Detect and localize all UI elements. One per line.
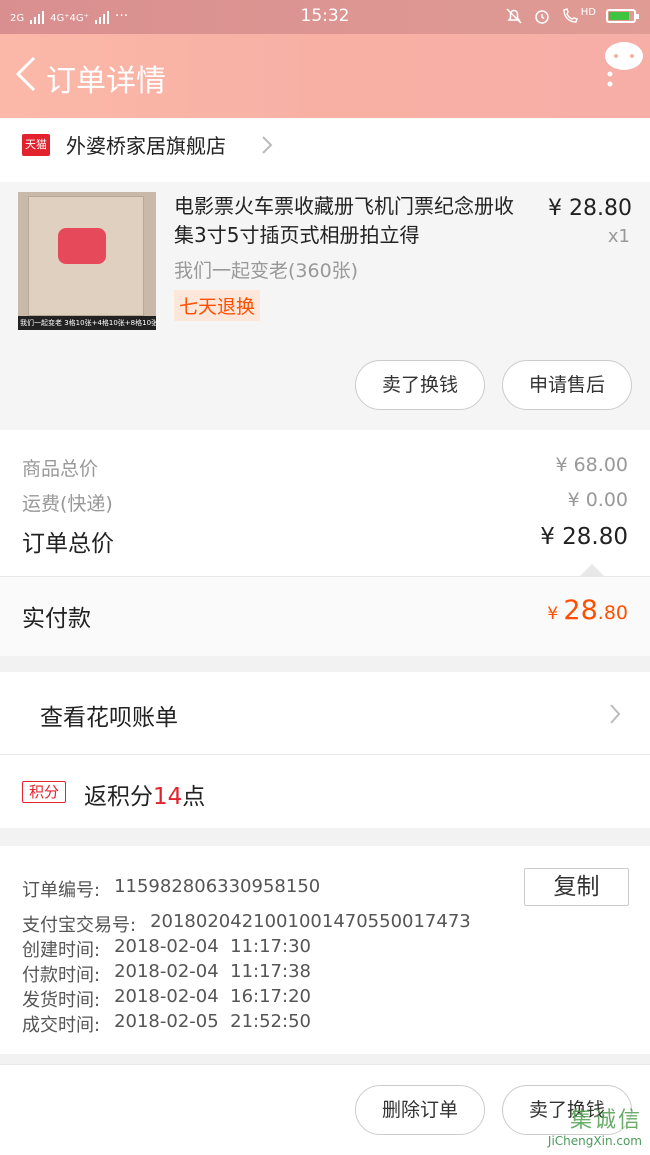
after-sale-button[interactable]: 申请售后 bbox=[502, 360, 632, 410]
watermark-url: JiChengXin.com bbox=[547, 1134, 642, 1148]
shop-name[interactable]: 外婆桥家居旗舰店 bbox=[66, 130, 226, 159]
paid-currency: ¥ bbox=[547, 604, 564, 624]
shipping-label: 运费(快递) bbox=[22, 493, 113, 515]
points-row: 积分 返积分14点 bbox=[0, 754, 650, 828]
copy-button[interactable]: 复制 bbox=[524, 868, 629, 906]
nav-header: 订单详情 bbox=[0, 34, 650, 118]
alarm-icon bbox=[535, 10, 549, 24]
thumbnail-caption: 我们一起变老 3格10张+4格10张+8格10张 bbox=[18, 316, 156, 330]
watermark: 集诚信 JiChengXin.com bbox=[548, 1102, 642, 1148]
points-text: 返积分14点 bbox=[84, 777, 205, 811]
return-policy-tag: 七天退换 bbox=[174, 290, 261, 321]
points-badge: 积分 bbox=[22, 781, 66, 803]
goods-total-row: 商品总价 ¥ 68.00 bbox=[22, 454, 628, 481]
alipay-trade-label: 支付宝交易号: bbox=[22, 915, 137, 936]
couple-picture bbox=[58, 228, 106, 264]
created-time: 2018-02-04 11:17:30 bbox=[114, 936, 311, 957]
points-suffix: 点 bbox=[182, 784, 206, 810]
paid-label: 实付款 bbox=[22, 606, 91, 632]
bell-muted-icon bbox=[506, 8, 522, 24]
shipped-time-label: 发货时间: bbox=[22, 990, 101, 1011]
watermark-text: 集诚信 bbox=[569, 1108, 642, 1133]
created-time-row: 创建时间: 2018-02-04 11:17:30 bbox=[22, 936, 311, 962]
goods-total-value: ¥ 68.00 bbox=[555, 454, 628, 476]
huabei-bill-label[interactable]: 查看花呗账单 bbox=[40, 698, 178, 732]
goods-total-label: 商品总价 bbox=[22, 458, 99, 480]
product-price: ¥ 28.80 bbox=[548, 196, 632, 221]
tmall-badge: 天猫 bbox=[22, 134, 50, 156]
order-number-row: 订单编号: 115982806330958150 bbox=[22, 876, 320, 902]
huabei-bill-row[interactable]: 查看花呗账单 bbox=[0, 672, 650, 754]
paid-amount-row: 实付款 ¥ 28.80 bbox=[0, 576, 650, 656]
alipay-trade-number: 2018020421001001470550017473 bbox=[150, 911, 471, 932]
shipping-row: 运费(快递) ¥ 0.00 bbox=[22, 489, 628, 516]
chat-bubble-icon[interactable] bbox=[604, 38, 644, 94]
back-arrow-icon[interactable] bbox=[12, 54, 42, 94]
battery-icon bbox=[606, 9, 639, 23]
hd-label: HD bbox=[580, 6, 596, 18]
paid-time-label: 付款时间: bbox=[22, 965, 101, 986]
points-number: 14 bbox=[153, 784, 183, 810]
product-thumbnail[interactable]: 我们一起变老 3格10张+4格10张+8格10张 bbox=[18, 192, 156, 330]
paid-decimal: .80 bbox=[597, 602, 628, 624]
points-prefix: 返积分 bbox=[84, 784, 153, 810]
chevron-right-icon bbox=[262, 136, 273, 154]
sell-for-cash-button[interactable]: 卖了换钱 bbox=[355, 360, 485, 410]
page-title: 订单详情 bbox=[46, 64, 166, 99]
completed-time: 2018-02-05 21:52:50 bbox=[114, 1011, 311, 1032]
paid-amount: ¥ 28.80 bbox=[547, 595, 628, 626]
status-icons: HD bbox=[505, 6, 639, 25]
completed-time-label: 成交时间: bbox=[22, 1015, 101, 1036]
product-quantity: x1 bbox=[607, 226, 630, 247]
chevron-right-icon bbox=[610, 704, 621, 724]
shop-row[interactable]: 天猫 外婆桥家居旗舰店 bbox=[0, 118, 650, 182]
order-total-label: 订单总价 bbox=[22, 531, 114, 557]
caret-up-icon bbox=[580, 564, 604, 576]
delete-order-button[interactable]: 删除订单 bbox=[355, 1085, 485, 1135]
status-bar: 2G 4G⁺4G⁺ ··· 15:32 HD bbox=[0, 0, 650, 34]
product-spec: 我们一起变老(360张) bbox=[174, 260, 359, 282]
price-summary: 商品总价 ¥ 68.00 运费(快递) ¥ 0.00 订单总价 ¥ 28.80 bbox=[0, 430, 650, 576]
created-time-label: 创建时间: bbox=[22, 940, 101, 961]
paid-integer: 28 bbox=[563, 595, 598, 626]
order-total-value: ¥ 28.80 bbox=[540, 524, 628, 550]
completed-time-row: 成交时间: 2018-02-05 21:52:50 bbox=[22, 1011, 311, 1037]
shipping-value: ¥ 0.00 bbox=[567, 489, 628, 511]
shipped-time-row: 发货时间: 2018-02-04 16:17:20 bbox=[22, 986, 311, 1012]
order-number: 115982806330958150 bbox=[114, 876, 321, 897]
order-item[interactable]: 我们一起变老 3格10张+4格10张+8格10张 电影票火车票收藏册飞机门票纪念… bbox=[0, 182, 650, 430]
paid-time-row: 付款时间: 2018-02-04 11:17:38 bbox=[22, 961, 311, 987]
order-number-label: 订单编号: bbox=[22, 880, 101, 901]
shipped-time: 2018-02-04 16:17:20 bbox=[114, 986, 311, 1007]
alipay-trade-row: 支付宝交易号: 2018020421001001470550017473 bbox=[22, 911, 471, 937]
order-info: 订单编号: 115982806330958150 复制 支付宝交易号: 2018… bbox=[0, 846, 650, 1054]
product-title[interactable]: 电影票火车票收藏册飞机门票纪念册收集3寸5寸插页式相册拍立得 bbox=[174, 192, 526, 250]
phone-hd-icon bbox=[563, 8, 578, 23]
paid-time: 2018-02-04 11:17:38 bbox=[114, 961, 311, 982]
order-total-row: 订单总价 ¥ 28.80 bbox=[22, 524, 628, 558]
